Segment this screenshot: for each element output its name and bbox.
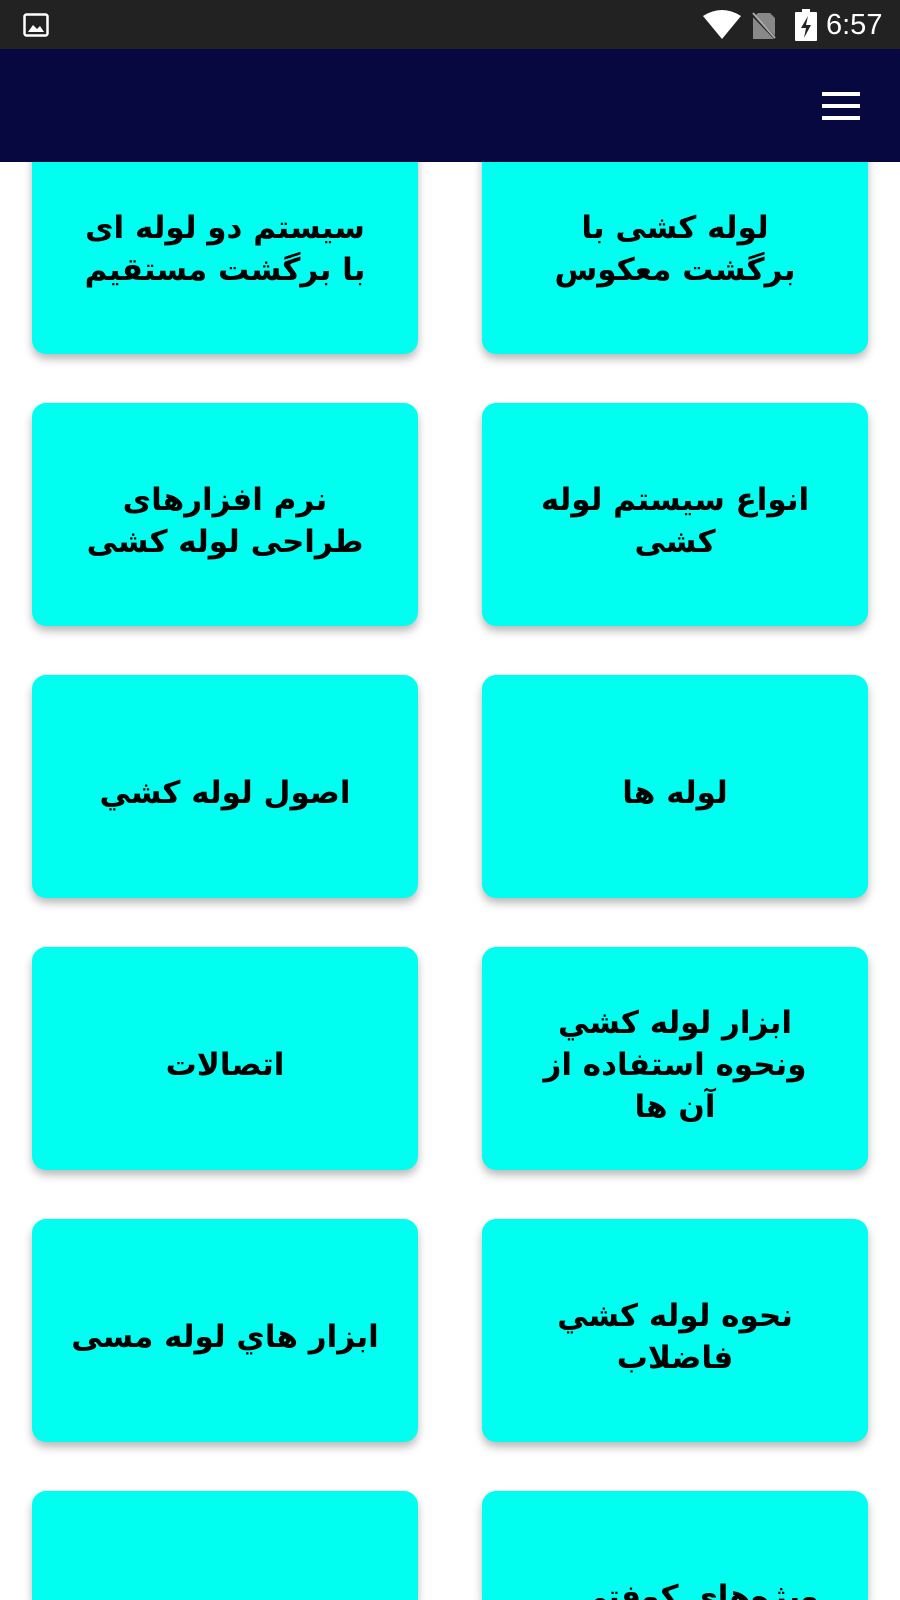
topic-card-label: ویژه‌های کوفتی ... [530, 1579, 820, 1600]
topic-card[interactable]: لوله ها [482, 675, 868, 898]
hamburger-menu-icon[interactable] [810, 79, 872, 133]
topic-card[interactable]: انواع سیستم لوله کشی [482, 403, 868, 626]
topic-card[interactable]: لوله کشی با برگشت معکوس [482, 131, 868, 354]
topic-card[interactable]: ابزار هاي لوله مسی [32, 1219, 418, 1442]
topic-card[interactable]: اتصالات [32, 947, 418, 1170]
topic-card-label: اصول لوله كشي [99, 774, 351, 811]
topic-card-label: نرم افزارهای طراحی لوله کشی [86, 481, 364, 560]
topic-card[interactable]: ویژه‌های کوفتی ... [482, 1491, 868, 1600]
topic-card[interactable]: ابزار لوله كشي ونحوه استفاده از آن ها [482, 947, 868, 1170]
topic-grid: لوله کشی با برگشت معکوس سیستم دو لوله ای… [0, 0, 900, 1600]
topic-card-label: لوله ها [622, 774, 728, 811]
topic-card[interactable]: سیستم دو لوله ای با برگشت مستقیم [32, 131, 418, 354]
topic-card-label: سیستم دو لوله ای با برگشت مستقیم [84, 209, 366, 288]
topic-card-label: ابزار هاي لوله مسی [71, 1318, 379, 1355]
topic-card[interactable] [32, 1491, 418, 1600]
app-bar [0, 49, 900, 162]
topic-card-label [70, 1540, 380, 1552]
topic-card-label: نحوه لوله كشي فاضلاب [557, 1297, 793, 1376]
topic-card[interactable]: نحوه لوله كشي فاضلاب [482, 1219, 868, 1442]
topic-card[interactable]: اصول لوله كشي [32, 675, 418, 898]
topic-card-label: اتصالات [165, 1046, 285, 1083]
topic-card[interactable]: نرم افزارهای طراحی لوله کشی [32, 403, 418, 626]
topic-card-label: انواع سیستم لوله کشی [540, 481, 810, 560]
topic-card-label: لوله کشی با برگشت معکوس [554, 209, 796, 288]
topic-card-label: ابزار لوله كشي ونحوه استفاده از آن ها [543, 1004, 807, 1125]
